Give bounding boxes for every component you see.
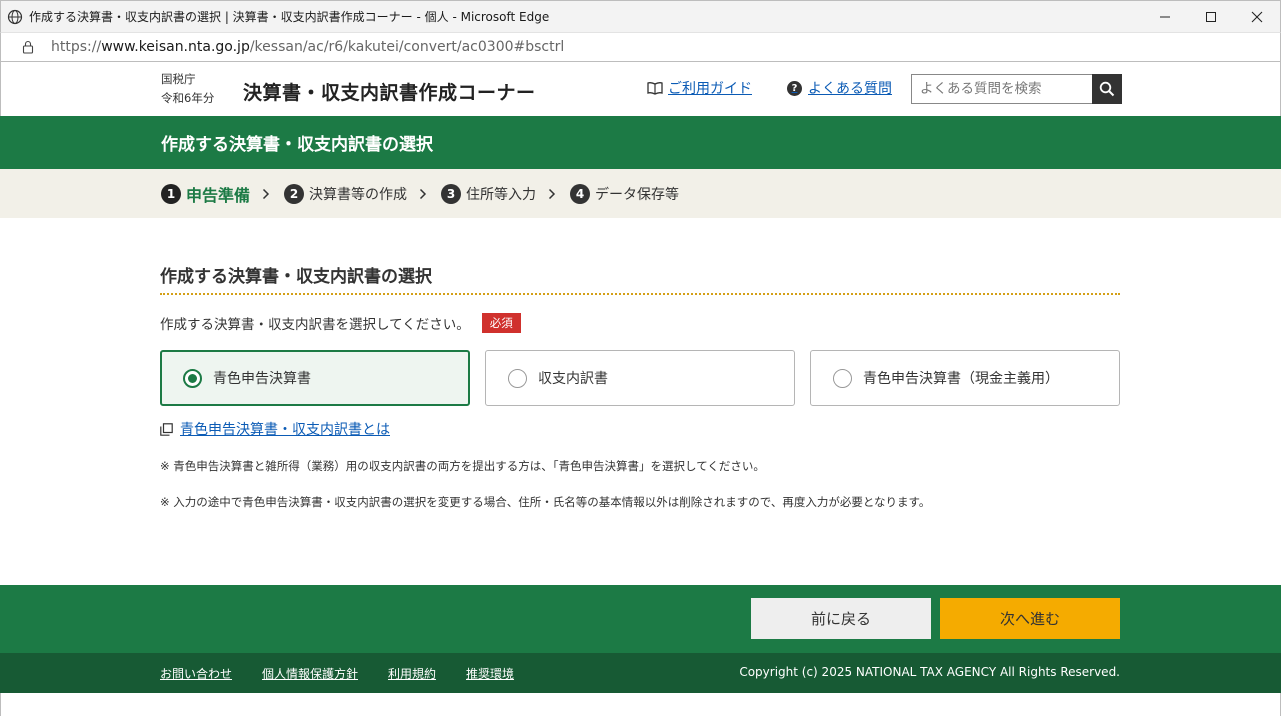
step-2: 2 決算書等の作成 [284,183,408,204]
minimize-button[interactable] [1142,1,1188,33]
agency-name: 国税庁 [161,72,196,86]
step-number: 4 [570,183,591,204]
faq-search-input[interactable] [911,74,1092,104]
search-button[interactable] [1092,74,1122,104]
url-text[interactable]: https://www.keisan.nta.go.jp/kessan/ac/r… [51,39,564,55]
radio-button[interactable] [183,368,202,388]
chevron-right-icon [548,188,556,199]
lock-icon [22,40,34,54]
step-number: 1 [161,183,181,204]
step-label: 申告準備 [186,185,251,205]
chevron-right-icon [419,188,427,199]
url-path: /kessan/ac/r6/kakutei/convert/ac0300#bsc… [249,39,565,55]
heading-divider [160,293,1120,295]
step-label: データ保存等 [595,186,680,203]
faq-search [911,74,1122,104]
step-number: 3 [441,183,462,204]
maximize-icon [1206,12,1216,22]
about-forms-label: 青色申告決算書・収支内訳書とは [180,422,390,438]
option-blue-return-cash[interactable]: 青色申告決算書（現金主義用） [810,350,1120,406]
section-title: 作成する決算書・収支内訳書の選択 [161,135,433,155]
step-4: 4 データ保存等 [570,183,680,204]
address-bar[interactable]: https://www.keisan.nta.go.jp/kessan/ac/r… [0,32,1281,62]
back-button[interactable]: 前に戻る [751,598,931,639]
step-number: 2 [284,183,305,204]
faq-link[interactable]: ? よくある質問 [787,78,892,98]
copyright: Copyright (c) 2025 NATIONAL TAX AGENCY A… [739,665,1120,679]
guide-link[interactable]: ご利用ガイド [647,78,752,98]
minimize-icon [1160,16,1170,18]
radio-button[interactable] [833,368,852,388]
note-change-warning: ※ 入力の途中で青色申告決算書・収支内訳書の選択を変更する場合、住所・氏名等の基… [160,495,931,509]
step-3: 3 住所等入力 [441,183,537,204]
globe-icon [7,9,23,24]
about-forms-link[interactable]: 青色申告決算書・収支内訳書とは [160,419,390,439]
window-title: 作成する決算書・収支内訳書の選択 | 決算書・収支内訳書作成コーナー - 個人 … [29,10,550,24]
url-scheme: https:// [51,39,102,55]
site-header: 国税庁 令和6年分 決算書・収支内訳書作成コーナー ご利用ガイド ? よくある質… [0,62,1281,116]
content-heading: 作成する決算書・収支内訳書の選択 [160,267,432,287]
faq-link-label: よくある質問 [808,81,892,97]
book-icon [647,82,663,95]
close-icon [1251,11,1263,23]
footer-link-terms[interactable]: 利用規約 [388,665,436,682]
progress-steps: 1 申告準備 2 決算書等の作成 3 住所等入力 4 データ保存等 [0,169,1281,218]
url-host: www.keisan.nta.go.jp [101,39,250,55]
guide-link-label: ご利用ガイド [668,81,752,97]
step-1: 1 申告準備 [161,182,250,206]
prompt-text: 作成する決算書・収支内訳書を選択してください。 [160,317,470,333]
form-type-options: 青色申告決算書 収支内訳書 青色申告決算書（現金主義用） [160,350,1120,406]
required-badge: 必須 [481,313,521,333]
new-window-icon [160,422,173,436]
step-label: 住所等入力 [466,186,537,203]
tax-year: 令和6年分 [161,91,215,105]
next-button[interactable]: 次へ進む [940,598,1120,639]
note-both-forms: ※ 青色申告決算書と雑所得（業務）用の収支内訳書の両方を提出する方は、「青色申告… [160,459,765,473]
bottom-blank [0,693,1281,716]
option-label: 収支内訳書 [538,371,608,387]
window-titlebar: 作成する決算書・収支内訳書の選択 | 決算書・収支内訳書作成コーナー - 個人 … [0,0,1281,32]
footer-link-privacy[interactable]: 個人情報保護方針 [262,665,358,682]
option-blue-return[interactable]: 青色申告決算書 [160,350,470,406]
maximize-button[interactable] [1188,1,1234,33]
option-income-statement[interactable]: 収支内訳書 [485,350,795,406]
site-title: 決算書・収支内訳書作成コーナー [243,82,536,104]
chevron-right-icon [262,188,270,199]
footer-actions: 前に戻る 次へ進む [0,585,1281,653]
agency-block: 国税庁 令和6年分 [161,70,214,108]
section-title-bar: 作成する決算書・収支内訳書の選択 [0,116,1281,169]
question-icon: ? [787,80,802,96]
selection-prompt: 作成する決算書・収支内訳書を選択してください。 必須 [160,313,521,333]
option-label: 青色申告決算書（現金主義用） [863,371,1059,387]
search-icon [1099,81,1115,97]
option-label: 青色申告決算書 [213,371,311,387]
close-window-button[interactable] [1234,1,1280,33]
footer-link-environment[interactable]: 推奨環境 [466,665,514,682]
radio-button[interactable] [508,368,527,388]
footer-link-contact[interactable]: お問い合わせ [160,665,232,682]
footer-links-bar: お問い合わせ 個人情報保護方針 利用規約 推奨環境 Copyright (c) … [0,653,1281,693]
step-label: 決算書等の作成 [309,186,408,203]
